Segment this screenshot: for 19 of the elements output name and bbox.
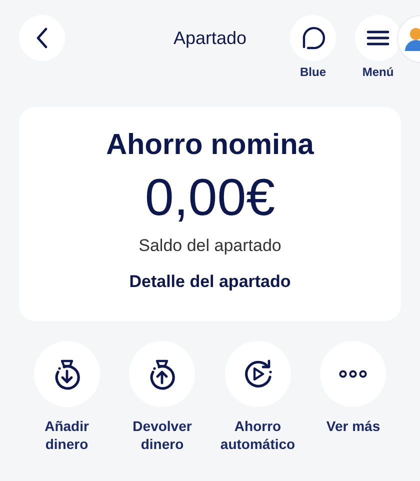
button-label: Menú <box>362 65 394 79</box>
savings-name: Ahorro nomina <box>106 129 314 162</box>
details-link[interactable]: Detalle del apartado <box>129 272 291 292</box>
action-label: Ahorro automático <box>219 417 296 453</box>
back-icon <box>35 27 49 49</box>
menu-button[interactable] <box>355 15 401 61</box>
action-label: Añadir dinero <box>44 417 90 453</box>
pouch-upload-icon <box>147 358 178 390</box>
balance-caption: Saldo del apartado <box>138 236 282 256</box>
more-icon <box>339 370 368 378</box>
chat-button[interactable] <box>290 15 336 61</box>
button-label: Blue <box>300 65 326 79</box>
action-label: Ver más <box>325 417 382 435</box>
balance-amount: 0,00€ <box>144 168 276 228</box>
action-label: Devolver dinero <box>132 417 193 453</box>
menu-icon <box>366 29 390 47</box>
chat-bubble-icon <box>300 25 326 51</box>
page-title: Apartado <box>173 27 247 50</box>
back-button[interactable] <box>19 15 65 61</box>
